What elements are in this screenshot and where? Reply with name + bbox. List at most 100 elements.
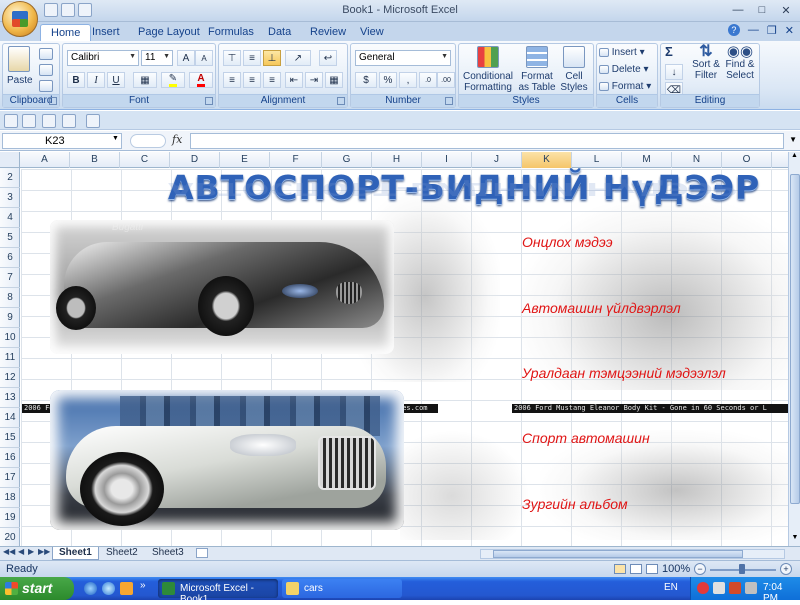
save-icon[interactable] bbox=[4, 114, 18, 128]
tray-icon-4[interactable] bbox=[745, 582, 757, 594]
zoom-out-icon[interactable]: − bbox=[694, 563, 706, 575]
car-photo-2[interactable] bbox=[50, 390, 404, 530]
bottom-align-button[interactable]: ⊥ bbox=[263, 50, 281, 66]
link-photo-album[interactable]: Зургийн альбом bbox=[522, 496, 628, 512]
row-header-8[interactable]: 8 bbox=[0, 288, 20, 308]
tray-icon-1[interactable] bbox=[697, 582, 709, 594]
insert-sheet-icon[interactable] bbox=[196, 548, 208, 558]
number-launcher-icon[interactable] bbox=[445, 97, 453, 105]
minimize-icon[interactable]: — bbox=[728, 2, 748, 18]
expand-formula-bar-icon[interactable]: ▼ bbox=[789, 135, 797, 144]
tab-data[interactable]: Data bbox=[258, 24, 301, 41]
column-header-k[interactable]: K bbox=[522, 152, 572, 168]
row-header-18[interactable]: 18 bbox=[0, 488, 20, 508]
page-break-view-icon[interactable] bbox=[646, 564, 658, 574]
insert-cells-button[interactable]: Insert ▾ bbox=[599, 47, 645, 58]
link-race-news[interactable]: Уралдаан тэмцээний мэдээлэл bbox=[522, 365, 726, 381]
row-header-19[interactable]: 19 bbox=[0, 508, 20, 528]
name-box[interactable]: K23 bbox=[2, 133, 122, 149]
language-indicator[interactable]: EN bbox=[664, 582, 678, 593]
borders-button[interactable]: ▦ bbox=[133, 72, 157, 88]
row-header-7[interactable]: 7 bbox=[0, 268, 20, 288]
autosum-button[interactable]: Σ bbox=[665, 45, 673, 58]
conditional-formatting-button[interactable]: Conditional Formatting bbox=[461, 46, 515, 93]
scroll-up-icon[interactable]: ▲ bbox=[789, 152, 800, 164]
close-icon[interactable]: ✕ bbox=[776, 2, 796, 18]
column-header-b[interactable]: B bbox=[70, 152, 120, 168]
row-header-13[interactable]: 13 bbox=[0, 388, 20, 408]
prev-sheet-icon[interactable]: ◀ bbox=[18, 547, 24, 556]
tray-icon-3[interactable] bbox=[729, 582, 741, 594]
insert-function-icon[interactable]: fx bbox=[172, 133, 182, 146]
percent-button[interactable]: % bbox=[379, 72, 397, 88]
increase-decimal-button[interactable]: .0 bbox=[419, 72, 437, 88]
column-header-l[interactable]: L bbox=[572, 152, 622, 168]
start-button[interactable]: start bbox=[0, 577, 74, 600]
column-header-h[interactable]: H bbox=[372, 152, 422, 168]
normal-view-icon[interactable] bbox=[614, 564, 626, 574]
row-header-17[interactable]: 17 bbox=[0, 468, 20, 488]
clipboard-launcher-icon[interactable] bbox=[49, 97, 57, 105]
formula-expand-handle[interactable] bbox=[130, 134, 166, 148]
font-launcher-icon[interactable] bbox=[205, 97, 213, 105]
taskbar-excel-button[interactable]: Microsoft Excel - Book1 bbox=[158, 579, 278, 605]
find-select-button[interactable]: ◉◉ Find & Select bbox=[723, 44, 757, 81]
taskbar-cars-button[interactable]: cars bbox=[282, 579, 402, 598]
tray-icon-2[interactable] bbox=[713, 582, 725, 594]
horizontal-scroll-thumb[interactable] bbox=[493, 550, 743, 558]
column-header-e[interactable]: E bbox=[220, 152, 270, 168]
row-header-20[interactable]: 20 bbox=[0, 528, 20, 546]
align-right-button[interactable]: ≡ bbox=[263, 72, 281, 88]
alignment-launcher-icon[interactable] bbox=[337, 97, 345, 105]
row-header-2[interactable]: 2 bbox=[0, 168, 20, 188]
media-quicklaunch-icon[interactable] bbox=[120, 582, 133, 595]
print-preview-icon[interactable] bbox=[42, 114, 56, 128]
shrink-font-button[interactable]: A bbox=[195, 50, 213, 66]
font-size-select[interactable]: 11 ▼ bbox=[141, 50, 173, 66]
chart-icon[interactable] bbox=[86, 114, 100, 128]
wrap-text-button[interactable]: ↩ bbox=[319, 50, 337, 66]
row-header-4[interactable]: 4 bbox=[0, 208, 20, 228]
vertical-scrollbar[interactable]: ▲ ▼ bbox=[788, 152, 800, 546]
car-photo-1[interactable]: Bugatti bbox=[50, 220, 394, 354]
help-icon[interactable]: ? bbox=[727, 24, 740, 36]
zoom-slider-thumb[interactable] bbox=[739, 564, 745, 574]
tab-review[interactable]: Review bbox=[300, 24, 356, 41]
ribbon-minimize-icon[interactable]: — bbox=[748, 24, 759, 37]
comma-button[interactable]: , bbox=[399, 72, 417, 88]
scroll-thumb[interactable] bbox=[790, 174, 800, 504]
first-sheet-icon[interactable]: ◀◀ bbox=[3, 547, 15, 556]
delete-cells-button[interactable]: Delete ▾ bbox=[599, 64, 649, 75]
format-cells-button[interactable]: Format ▾ bbox=[599, 81, 651, 92]
center-button[interactable]: ≡ bbox=[243, 72, 261, 88]
row-header-9[interactable]: 9 bbox=[0, 308, 20, 328]
sort-filter-button[interactable]: ⇅ Sort & Filter bbox=[689, 44, 723, 82]
next-sheet-icon[interactable]: ▶ bbox=[28, 547, 34, 556]
tab-view[interactable]: View bbox=[350, 24, 394, 41]
row-header-3[interactable]: 3 bbox=[0, 188, 20, 208]
sheet-tab-2[interactable]: Sheet2 bbox=[100, 547, 144, 560]
row-header-14[interactable]: 14 bbox=[0, 408, 20, 428]
decrease-indent-button[interactable]: ⇤ bbox=[285, 72, 303, 88]
row-header-6[interactable]: 6 bbox=[0, 248, 20, 268]
align-left-button[interactable]: ≡ bbox=[223, 72, 241, 88]
column-header-g[interactable]: G bbox=[322, 152, 372, 168]
formula-input[interactable] bbox=[190, 133, 784, 149]
row-header-10[interactable]: 10 bbox=[0, 328, 20, 348]
horizontal-scrollbar[interactable] bbox=[480, 549, 785, 559]
row-header-11[interactable]: 11 bbox=[0, 348, 20, 368]
merge-center-button[interactable]: ▦ bbox=[325, 72, 343, 88]
row-header-12[interactable]: 12 bbox=[0, 368, 20, 388]
top-align-button[interactable]: ⊤ bbox=[223, 50, 241, 66]
cut-icon[interactable] bbox=[39, 48, 53, 60]
currency-button[interactable]: $ bbox=[355, 72, 377, 88]
quicklaunch-more-icon[interactable]: » bbox=[140, 580, 146, 591]
column-header-c[interactable]: C bbox=[120, 152, 170, 168]
column-header-i[interactable]: I bbox=[422, 152, 472, 168]
zoom-level[interactable]: 100% bbox=[662, 563, 690, 575]
scroll-down-icon[interactable]: ▼ bbox=[789, 534, 800, 546]
last-sheet-icon[interactable]: ▶▶ bbox=[38, 547, 50, 556]
link-car-manufacturing[interactable]: Автомашин үйлдвэрлэл bbox=[522, 300, 681, 316]
format-painter-icon[interactable] bbox=[39, 80, 53, 92]
middle-align-button[interactable]: ≡ bbox=[243, 50, 261, 66]
